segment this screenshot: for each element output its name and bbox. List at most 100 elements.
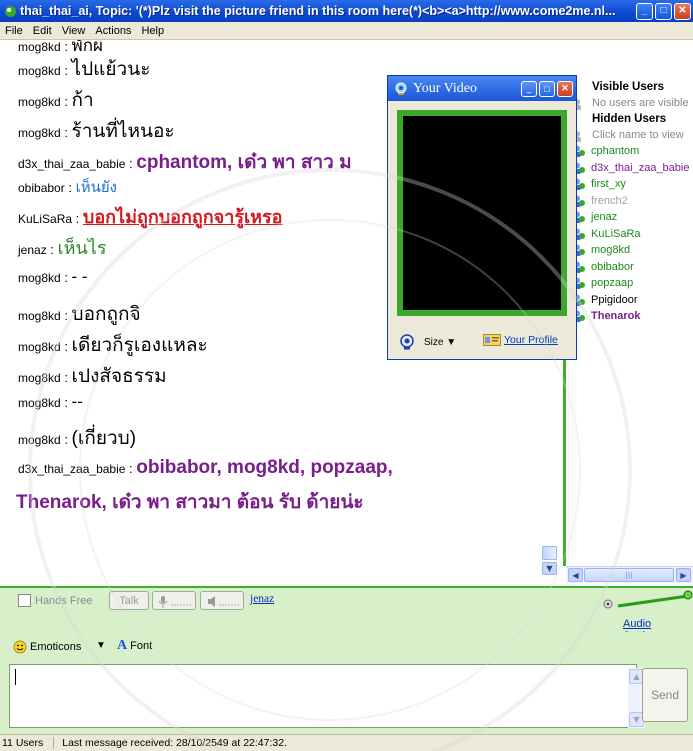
user-name: popzaap — [591, 277, 634, 289]
user-name: obibabor — [591, 260, 634, 273]
user-name: jenaz — [591, 211, 618, 223]
message-text: เปงสัจธรรม — [71, 366, 167, 387]
status-bar: 11 Users Last message received: 28/10/25… — [0, 734, 693, 751]
user-list-item[interactable]: Thenarok — [571, 309, 641, 323]
menu-help[interactable]: Help — [136, 25, 169, 37]
mic-level-button[interactable] — [152, 591, 196, 610]
user-list-item[interactable]: KuLiSaRa — [571, 227, 641, 241]
font-icon: A — [117, 638, 128, 653]
your-profile-link[interactable]: Your Profile — [483, 334, 558, 346]
hidden-users-header: Hidden Users — [592, 113, 667, 125]
menu-bar: File Edit View Actions Help — [0, 22, 693, 40]
chat-app-icon — [3, 4, 17, 18]
chat-scrollbar[interactable]: ▼ — [541, 546, 558, 576]
minimize-icon[interactable]: _ — [636, 2, 653, 20]
camera-icon[interactable] — [398, 333, 416, 351]
message-text: บอกไม่ถูกบอกถูกจารู้เหรอ — [82, 207, 283, 227]
maximize-icon[interactable]: □ — [539, 80, 555, 97]
size-dropdown[interactable]: Size ▼ — [424, 337, 456, 348]
scroll-right-icon[interactable]: ▶ — [676, 568, 691, 582]
your-profile-label[interactable]: Your Profile — [504, 334, 558, 346]
message-nick: mog8kd — [18, 309, 61, 323]
audio-volume-slider[interactable] — [600, 590, 693, 612]
user-name: cphantom — [591, 145, 640, 157]
user-list-item[interactable]: Ppigidoor — [571, 293, 637, 307]
text-caret — [15, 669, 16, 685]
message-text: พักผ่ — [71, 40, 104, 55]
visible-users-info: No users are visible — [592, 97, 689, 109]
hands-free-toggle[interactable]: Hands Free — [18, 594, 92, 607]
message-nick: mog8kd — [18, 271, 61, 285]
video-window[interactable]: Your Video _ □ ✕ Size ▼ Your Profile — [387, 75, 577, 360]
message-nick: mog8kd — [18, 126, 61, 140]
user-name: Thenarok — [591, 310, 641, 322]
user-name: KuLiSaRa — [591, 227, 641, 240]
chat-message: d3x_thai_zaa_babie : obibabor, mog8kd, p… — [18, 457, 393, 478]
chat-message: KuLiSaRa : บอกไม่ถูกบอกถูกจารู้เหรอ — [18, 207, 283, 227]
emoticons-dropdown-icon[interactable]: ▼ — [96, 640, 106, 651]
message-continuation: Thenarok, เด๋ว พา สาวมา ต้อน รับ ด้ายน่ะ — [16, 492, 364, 513]
maximize-icon[interactable]: □ — [655, 2, 672, 20]
font-button[interactable]: A Font — [117, 638, 152, 654]
message-nick: jenaz — [18, 243, 47, 257]
window-title: thai_thai_ai, Topic: '(*)Plz visit the p… — [20, 4, 616, 18]
chat-message: mog8kd : เดียวก็รูเองแหละ — [18, 335, 208, 356]
close-icon[interactable]: ✕ — [674, 2, 691, 20]
minimize-icon[interactable]: _ — [521, 80, 537, 97]
users-panel: Visible Users No users are visible Hidde… — [563, 78, 693, 566]
menu-view[interactable]: View — [57, 25, 91, 37]
last-message-status: Last message received: 28/10/2549 at 22:… — [62, 737, 287, 749]
send-button[interactable]: Send — [642, 668, 688, 722]
speaker-volume-icon — [208, 596, 239, 607]
chat-message: d3x_thai_zaa_babie : cphantom, เด๋ว พา ส… — [18, 152, 352, 173]
message-text: เดียวก็รูเองแหละ — [71, 335, 208, 356]
message-text: - - — [71, 267, 88, 286]
user-list-item[interactable]: mog8kd — [571, 243, 630, 257]
title-bar[interactable]: thai_thai_ai, Topic: '(*)Plz visit the p… — [0, 0, 693, 22]
user-list-item[interactable]: first_xy — [571, 177, 626, 191]
video-title-bar[interactable]: Your Video _ □ ✕ — [388, 76, 576, 101]
message-input[interactable]: ▲ ▼ — [9, 664, 645, 728]
chat-message: mog8kd : บอกถูกจิ — [18, 304, 141, 325]
user-name: french2 — [591, 194, 628, 207]
speaker-level-button[interactable] — [200, 591, 244, 610]
user-list-item[interactable]: french2 — [571, 194, 628, 208]
video-frame — [397, 110, 567, 316]
hands-free-checkbox[interactable] — [18, 594, 31, 607]
message-nick: mog8kd — [18, 396, 61, 410]
chat-message: jenaz : เห็นไร — [18, 238, 107, 258]
chat-message: mog8kd : - - — [18, 267, 88, 286]
user-list-item[interactable]: obibabor — [571, 260, 634, 274]
user-list-item[interactable]: d3x_thai_zaa_babie — [571, 161, 689, 175]
hands-free-label: Hands Free — [35, 594, 93, 607]
user-name: mog8kd — [591, 244, 631, 256]
visible-users-header: Visible Users — [592, 81, 665, 93]
menu-file[interactable]: File — [0, 25, 28, 37]
user-list-item[interactable]: popzaap — [571, 276, 633, 290]
close-icon[interactable]: ✕ — [557, 80, 573, 97]
talk-button[interactable]: Talk — [109, 591, 149, 610]
user-list-item[interactable]: cphantom — [571, 144, 639, 158]
users-count: 11 Users — [0, 737, 55, 749]
video-title: Your Video — [413, 80, 477, 96]
user-name: d3x_thai_zaa_babie — [591, 161, 690, 174]
scroll-left-icon[interactable]: ◀ — [568, 568, 583, 582]
menu-actions[interactable]: Actions — [90, 25, 136, 37]
users-hscrollbar[interactable]: ◀ ||| ▶ — [566, 566, 693, 583]
message-text: obibabor, mog8kd, popzaap, — [136, 457, 393, 478]
scroll-down-icon[interactable]: ▼ — [542, 562, 557, 575]
emoticons-button[interactable]: Emoticons — [13, 640, 81, 654]
user-name: Ppigidoor — [591, 293, 638, 306]
message-nick: d3x_thai_zaa_babie — [18, 462, 126, 476]
user-list-item[interactable]: jenaz — [571, 210, 617, 224]
menu-edit[interactable]: Edit — [28, 25, 57, 37]
current-speaker-link[interactable]: jenaz — [250, 593, 274, 605]
scroll-thumb[interactable]: ||| — [584, 568, 674, 582]
chat-message: mog8kd : ร้านที่ไหนอะ — [18, 121, 175, 142]
message-nick: mog8kd — [18, 95, 61, 109]
voice-toolbar: Hands Free Talk jenaz Audio Settings — [0, 586, 693, 642]
message-nick: obibabor — [18, 181, 65, 195]
message-nick: mog8kd — [18, 40, 61, 54]
message-nick: mog8kd — [18, 64, 61, 78]
scroll-thumb[interactable] — [542, 546, 557, 560]
